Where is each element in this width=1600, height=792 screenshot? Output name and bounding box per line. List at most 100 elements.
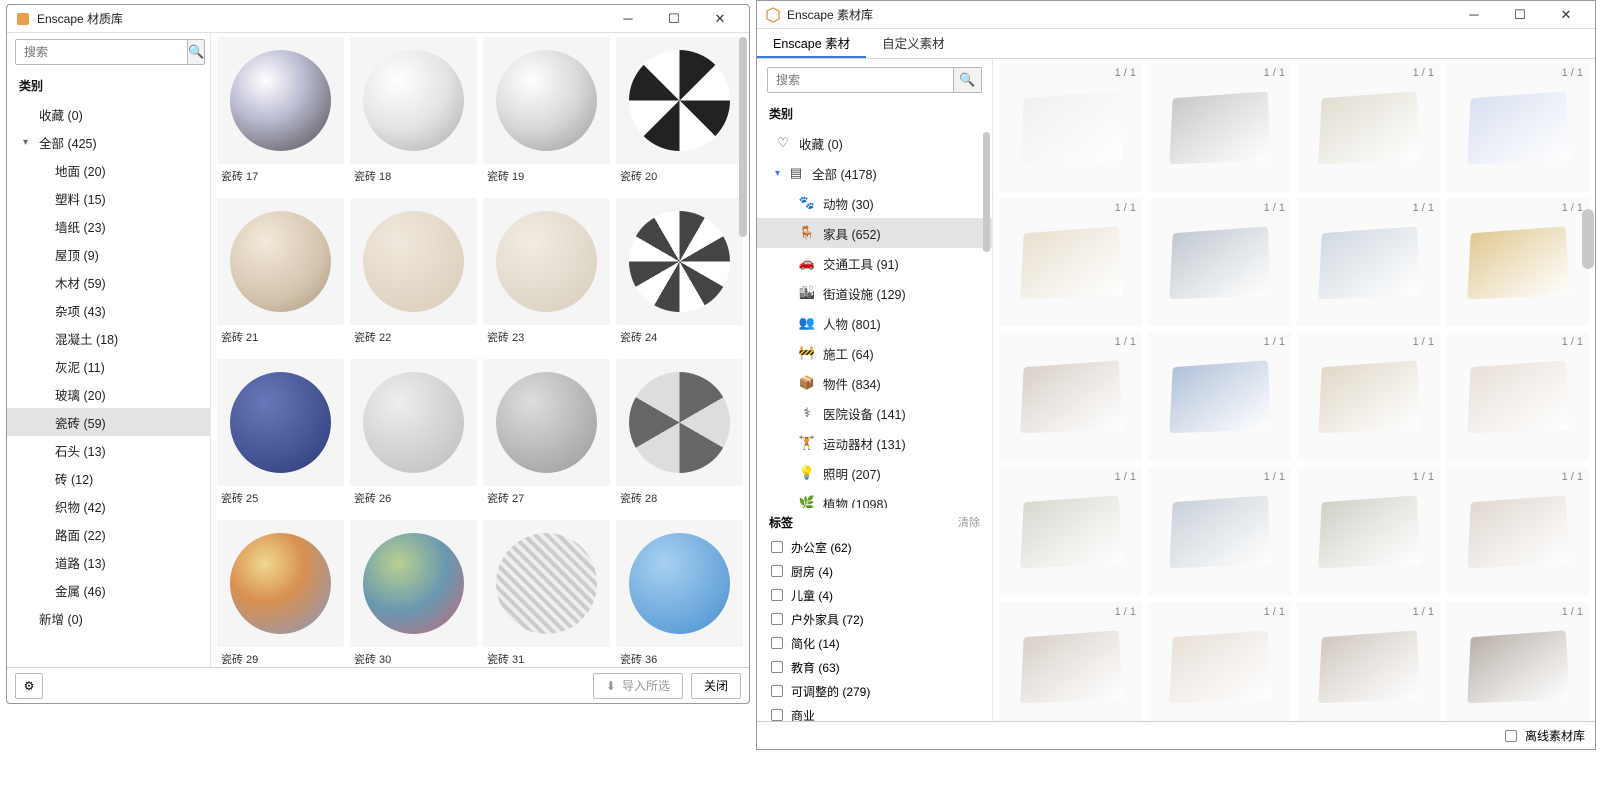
tree-category[interactable]: 👥人物 (801) — [757, 308, 992, 338]
minimize-button[interactable]: ─ — [1453, 3, 1495, 27]
tree-category[interactable]: 石头 (13) — [7, 436, 210, 464]
tag-checkbox[interactable] — [771, 709, 783, 721]
tree-category[interactable]: 织物 (42) — [7, 492, 210, 520]
tree-new[interactable]: 新增 (0) — [7, 604, 210, 632]
asset-card[interactable]: 1 / 1 — [999, 198, 1142, 327]
tree-category[interactable]: 杂项 (43) — [7, 296, 210, 324]
tree-category[interactable]: 金属 (46) — [7, 576, 210, 604]
material-card[interactable]: 瓷砖 18 — [350, 37, 477, 192]
material-card[interactable]: 瓷砖 36 — [616, 520, 743, 667]
scrollbar-thumb[interactable] — [983, 132, 990, 252]
minimize-button[interactable]: ─ — [607, 7, 649, 31]
material-card[interactable]: 瓷砖 20 — [616, 37, 743, 192]
tree-category[interactable]: 🪑家具 (652) — [757, 218, 992, 248]
asset-card[interactable]: 1 / 1 — [1297, 467, 1440, 596]
asset-card[interactable]: 1 / 1 — [1148, 63, 1291, 192]
material-card[interactable]: 瓷砖 22 — [350, 198, 477, 353]
offline-checkbox[interactable] — [1505, 730, 1517, 742]
asset-card[interactable]: 1 / 1 — [1297, 198, 1440, 327]
asset-card[interactable]: 1 / 1 — [1148, 467, 1291, 596]
tag-checkbox[interactable] — [771, 589, 783, 601]
maximize-button[interactable]: ☐ — [1499, 3, 1541, 27]
asset-card[interactable]: 1 / 1 — [1148, 602, 1291, 721]
asset-card[interactable]: 1 / 1 — [999, 467, 1142, 596]
search-input[interactable] — [15, 39, 188, 65]
asset-card[interactable]: 1 / 1 — [1446, 63, 1589, 192]
tab-custom-assets[interactable]: 自定义素材 — [866, 29, 961, 58]
maximize-button[interactable]: ☐ — [653, 7, 695, 31]
asset-card[interactable]: 1 / 1 — [999, 602, 1142, 721]
tag-checkbox[interactable] — [771, 637, 783, 649]
main-scrollbar[interactable] — [1582, 89, 1594, 693]
tag-checkbox[interactable] — [771, 685, 783, 697]
asset-card[interactable]: 1 / 1 — [999, 332, 1142, 461]
tab-enscape-assets[interactable]: Enscape 素材 — [757, 29, 866, 58]
tree-category[interactable]: 🌿植物 (1098) — [757, 488, 992, 508]
tree-category[interactable]: 屋顶 (9) — [7, 240, 210, 268]
material-card[interactable]: 瓷砖 24 — [616, 198, 743, 353]
tag-row[interactable]: 教育 (63) — [757, 655, 992, 679]
search-button[interactable]: 🔍 — [954, 67, 982, 93]
tree-category[interactable]: ⚕医院设备 (141) — [757, 398, 992, 428]
material-card[interactable]: 瓷砖 31 — [483, 520, 610, 667]
scrollbar-thumb[interactable] — [739, 37, 747, 237]
tree-category[interactable]: 🐾动物 (30) — [757, 188, 992, 218]
material-card[interactable]: 瓷砖 23 — [483, 198, 610, 353]
asset-card[interactable]: 1 / 1 — [1446, 602, 1589, 721]
tree-category[interactable]: 木材 (59) — [7, 268, 210, 296]
close-dialog-button[interactable]: 关闭 — [691, 673, 741, 699]
asset-card[interactable]: 1 / 1 — [1148, 198, 1291, 327]
tree-all[interactable]: ▾全部 (425) — [7, 128, 210, 156]
tree-favorites[interactable]: ♡收藏 (0) — [757, 128, 992, 158]
material-card[interactable]: 瓷砖 28 — [616, 359, 743, 514]
settings-button[interactable]: ⚙ — [15, 673, 43, 699]
asset-card[interactable]: 1 / 1 — [1446, 467, 1589, 596]
tree-category[interactable]: 📦物件 (834) — [757, 368, 992, 398]
close-button[interactable]: ✕ — [1545, 3, 1587, 27]
asset-card[interactable]: 1 / 1 — [999, 63, 1142, 192]
tag-checkbox[interactable] — [771, 613, 783, 625]
material-card[interactable]: 瓷砖 29 — [217, 520, 344, 667]
tree-category[interactable]: 🚗交通工具 (91) — [757, 248, 992, 278]
material-card[interactable]: 瓷砖 17 — [217, 37, 344, 192]
tree-category[interactable]: 💡照明 (207) — [757, 458, 992, 488]
close-button[interactable]: ✕ — [699, 7, 741, 31]
asset-card[interactable]: 1 / 1 — [1446, 332, 1589, 461]
tree-all[interactable]: ▾▤全部 (4178) — [757, 158, 992, 188]
asset-card[interactable]: 1 / 1 — [1297, 63, 1440, 192]
tree-category[interactable]: 砖 (12) — [7, 464, 210, 492]
tag-checkbox[interactable] — [771, 661, 783, 673]
material-card[interactable]: 瓷砖 25 — [217, 359, 344, 514]
material-card[interactable]: 瓷砖 27 — [483, 359, 610, 514]
tree-category[interactable]: 玻璃 (20) — [7, 380, 210, 408]
search-input[interactable] — [767, 67, 954, 93]
tag-checkbox[interactable] — [771, 541, 783, 553]
tree-category[interactable]: 地面 (20) — [7, 156, 210, 184]
tree-category[interactable]: 🏋运动器材 (131) — [757, 428, 992, 458]
tree-category[interactable]: 墙纸 (23) — [7, 212, 210, 240]
tag-row[interactable]: 商业 — [757, 703, 992, 721]
tag-row[interactable]: 儿童 (4) — [757, 583, 992, 607]
tree-category[interactable]: 瓷砖 (59) — [7, 408, 210, 436]
tag-row[interactable]: 简化 (14) — [757, 631, 992, 655]
material-card[interactable]: 瓷砖 19 — [483, 37, 610, 192]
tree-category[interactable]: 道路 (13) — [7, 548, 210, 576]
material-card[interactable]: 瓷砖 26 — [350, 359, 477, 514]
material-card[interactable]: 瓷砖 30 — [350, 520, 477, 667]
scrollbar-thumb[interactable] — [1582, 209, 1594, 269]
tree-category[interactable]: 灰泥 (11) — [7, 352, 210, 380]
material-card[interactable]: 瓷砖 21 — [217, 198, 344, 353]
asset-card[interactable]: 1 / 1 — [1148, 332, 1291, 461]
clear-tags-button[interactable]: 清除 — [958, 514, 980, 531]
asset-card[interactable]: 1 / 1 — [1446, 198, 1589, 327]
tree-category[interactable]: 路面 (22) — [7, 520, 210, 548]
tag-row[interactable]: 可调整的 (279) — [757, 679, 992, 703]
tree-category[interactable]: 🚧施工 (64) — [757, 338, 992, 368]
asset-card[interactable]: 1 / 1 — [1297, 332, 1440, 461]
tag-checkbox[interactable] — [771, 565, 783, 577]
import-button[interactable]: ⬇导入所选 — [593, 673, 683, 699]
tag-row[interactable]: 厨房 (4) — [757, 559, 992, 583]
search-button[interactable]: 🔍 — [188, 39, 205, 65]
tag-row[interactable]: 户外家具 (72) — [757, 607, 992, 631]
asset-card[interactable]: 1 / 1 — [1297, 602, 1440, 721]
